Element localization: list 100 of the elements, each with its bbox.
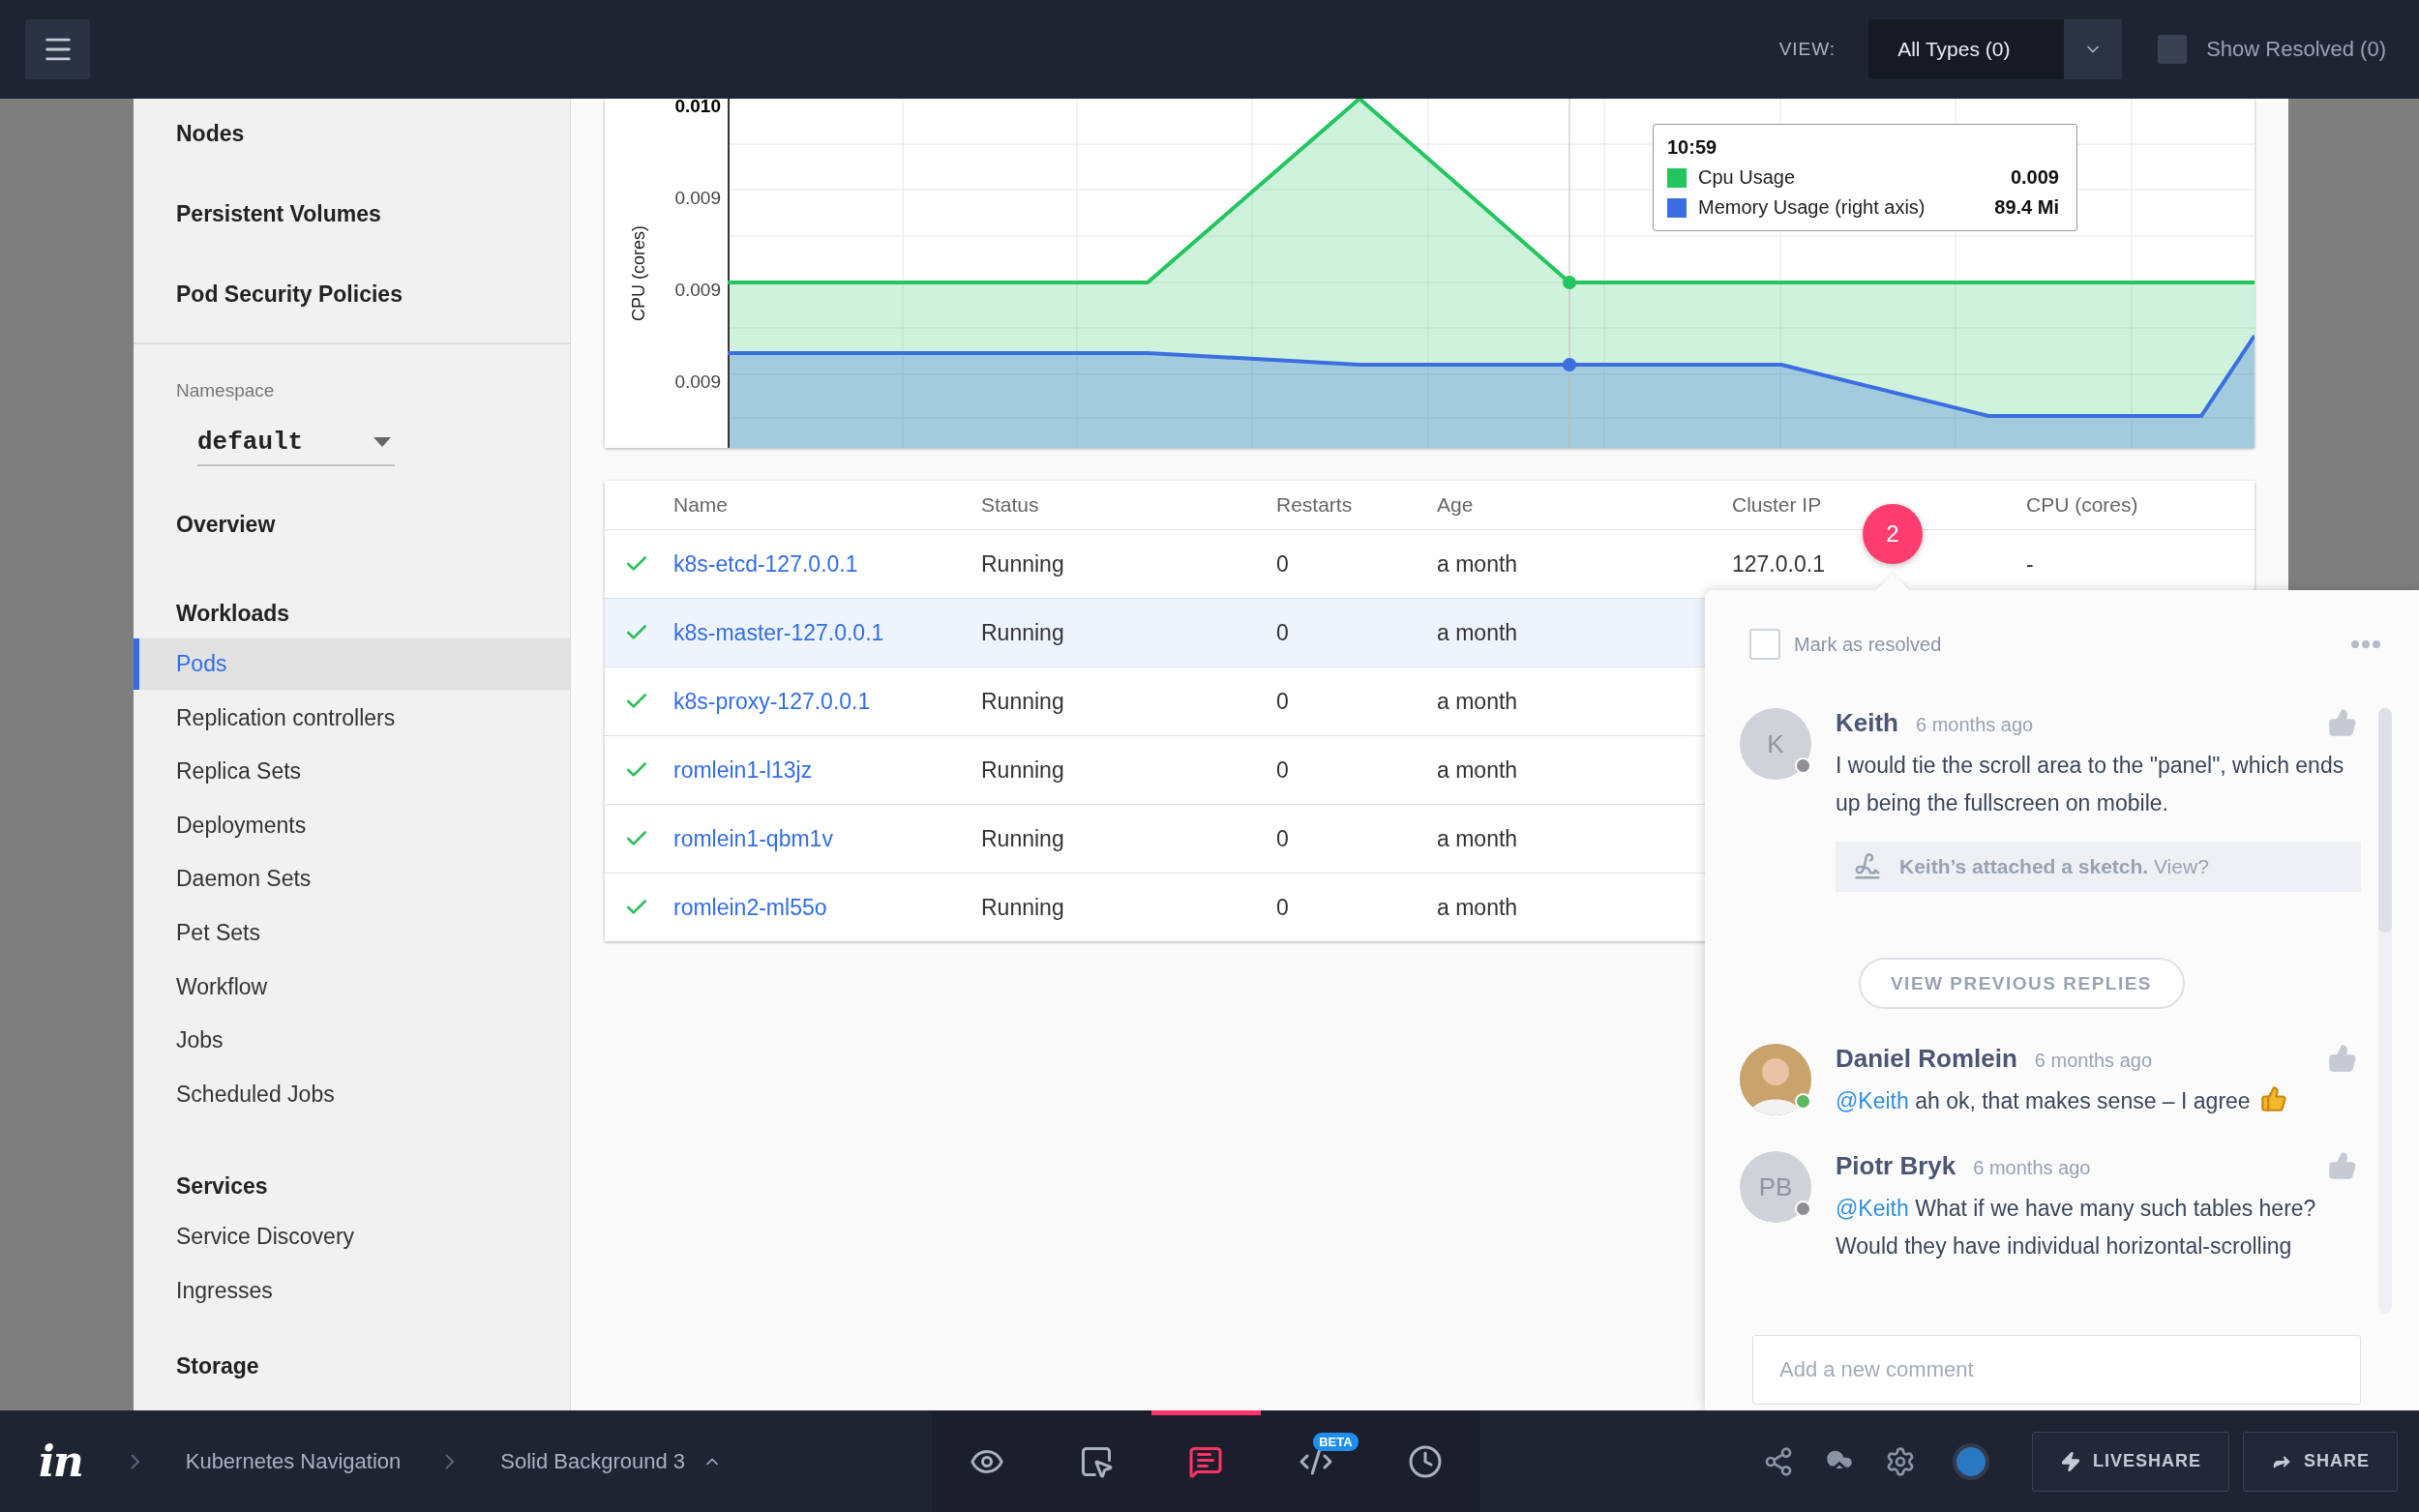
lightning-icon: [2059, 1450, 2081, 1472]
y-tick-label: 0.009: [674, 371, 721, 393]
sidebar-section-title[interactable]: Services: [176, 1169, 268, 1204]
pod-name-link[interactable]: k8s-master-127.0.0.1: [673, 619, 884, 646]
avatar-initials: K: [1740, 708, 1811, 780]
column-header: Age: [1437, 493, 1475, 517]
column-header: CPU (cores): [2026, 493, 2139, 517]
series-value: 89.4 Mi: [1994, 196, 2059, 219]
pod-name-link[interactable]: romlein1-l13jz: [673, 756, 813, 784]
data-point: [1563, 276, 1576, 289]
table-cell-text: Running: [981, 688, 1065, 715]
table-cell-text: a month: [1437, 550, 1519, 578]
table-cell-text: Running: [981, 619, 1065, 646]
scrollbar[interactable]: [2378, 708, 2392, 1314]
sidebar-item[interactable]: Pods: [134, 638, 570, 690]
column-header: Name: [673, 493, 730, 517]
comment-input[interactable]: Add a new comment: [1752, 1335, 2361, 1405]
tooltip-time: 10:59: [1667, 136, 1718, 159]
table-cell-text: 0: [1276, 550, 1290, 578]
pod-name-link[interactable]: romlein2-ml55o: [673, 894, 827, 921]
table-cell-text: a month: [1437, 688, 1519, 715]
table-cell-text: -: [2026, 550, 2035, 578]
user-avatar-icon[interactable]: [1952, 1442, 1989, 1480]
pod-name-link[interactable]: romlein1-qbm1v: [673, 825, 833, 852]
table-cell-text: a month: [1437, 619, 1519, 646]
sidebar-item[interactable]: Pod Security Policies: [176, 277, 403, 311]
comment-author: Piotr Bryk: [1836, 1151, 1956, 1181]
pod-name-link[interactable]: k8s-proxy-127.0.0.1: [673, 688, 871, 715]
comment-time: 6 months ago: [1916, 714, 2034, 736]
table-cell-text: Running: [981, 550, 1065, 578]
thumbs-up-icon: [2328, 1151, 2357, 1180]
show-resolved-checkbox[interactable]: [2158, 35, 2188, 64]
breadcrumb-link[interactable]: Solid Background 3: [500, 1448, 686, 1474]
sidebar-item[interactable]: Daemon Sets: [134, 853, 570, 905]
sketch-icon: [1853, 852, 1882, 881]
table-cell-text: a month: [1437, 756, 1519, 784]
table-cell-text: 0: [1276, 756, 1290, 784]
sidebar-item[interactable]: Ingresses: [134, 1264, 570, 1317]
data-point: [1563, 358, 1576, 371]
more-icon: [2351, 640, 2380, 648]
column-header: Cluster IP: [1732, 493, 1823, 517]
sidebar-section-title[interactable]: Storage: [176, 1348, 259, 1383]
sidebar-item[interactable]: Jobs: [134, 1015, 570, 1067]
logo[interactable]: in: [39, 1437, 82, 1486]
comment-author: Daniel Romlein: [1836, 1044, 2017, 1074]
y-tick-label: 0.009: [674, 188, 721, 209]
namespace-select[interactable]: default: [197, 420, 395, 466]
sidebar-section-title[interactable]: Overview: [176, 507, 276, 542]
table-cell-text: a month: [1437, 825, 1519, 852]
y-tick-label: 0.009: [674, 280, 721, 301]
y-tick-label: 0.010: [674, 99, 721, 117]
resolved-checkbox[interactable]: [1749, 629, 1780, 660]
sidebar-item[interactable]: Persistent Volumes: [176, 196, 381, 231]
y-axis-label: CPU (cores): [628, 225, 649, 321]
sidebar-item[interactable]: Deployments: [134, 799, 570, 851]
liveshare-button[interactable]: LIVESHARE: [2031, 1431, 2229, 1492]
menu-button[interactable]: [25, 19, 90, 79]
thumbs-up-icon: [2328, 708, 2357, 737]
comment-text: @Keith ah ok, that makes sense – I agree: [1836, 1082, 2361, 1120]
comment-text: @Keith What if we have many such tables here? Would they have individual horizontal-scrolling: [1836, 1195, 2317, 1260]
chevron-icon: [130, 1453, 139, 1469]
type-select[interactable]: All Types (0): [1868, 19, 2065, 79]
comment-time: 6 months ago: [1973, 1157, 2091, 1179]
caret-icon: [373, 437, 391, 447]
table-cell-text: Running: [981, 756, 1065, 784]
clock-icon: [1408, 1443, 1444, 1479]
column-header: Restarts: [1276, 493, 1354, 517]
share-button[interactable]: SHARE: [2243, 1431, 2398, 1492]
comment-time: 6 months ago: [2034, 1050, 2153, 1072]
series-name: Cpu Usage: [1698, 166, 1797, 189]
show-resolved-label: Show Resolved (0): [2206, 37, 2386, 62]
breadcrumb-link[interactable]: Kubernetes Navigation: [185, 1448, 402, 1474]
table-cell-text: 0: [1276, 894, 1290, 921]
sidebar-item[interactable]: Replication controllers: [134, 692, 570, 744]
table-cell-text: a month: [1437, 894, 1519, 921]
beta-badge: BETA: [1313, 1433, 1359, 1451]
sidebar-item[interactable]: Nodes: [176, 116, 245, 151]
table-cell-text: Running: [981, 894, 1065, 921]
sidebar-section-title[interactable]: Workloads: [176, 596, 290, 631]
resolved-label: Mark as resolved: [1794, 633, 1943, 656]
pod-name-link[interactable]: k8s-etcd-127.0.0.1: [673, 550, 858, 578]
comment-author: Keith: [1836, 708, 1898, 738]
series-value: 0.009: [2010, 166, 2059, 189]
table-cell-text: Running: [981, 825, 1065, 852]
column-header: Status: [981, 493, 1040, 517]
sidebar-item[interactable]: Pet Sets: [134, 906, 570, 959]
series-name: Memory Usage (right axis): [1698, 196, 1926, 219]
avatar-initials: PB: [1740, 1151, 1811, 1223]
view-label: VIEW:: [1778, 39, 1837, 60]
namespace-label: Namespace: [176, 379, 276, 402]
sidebar-item[interactable]: Scheduled Jobs: [134, 1068, 570, 1120]
table-cell-text: 0: [1276, 825, 1290, 852]
chevron-icon: [445, 1453, 455, 1469]
table-cell-text: 0: [1276, 619, 1290, 646]
sidebar-item[interactable]: Replica Sets: [134, 746, 570, 798]
thumbs-up-icon: [2328, 1044, 2357, 1073]
sidebar-item[interactable]: Service Discovery: [134, 1211, 570, 1263]
sidebar-item[interactable]: Workflow: [134, 961, 570, 1013]
table-cell-text: 127.0.0.1: [1732, 550, 1826, 578]
table-cell-text: 0: [1276, 688, 1290, 715]
